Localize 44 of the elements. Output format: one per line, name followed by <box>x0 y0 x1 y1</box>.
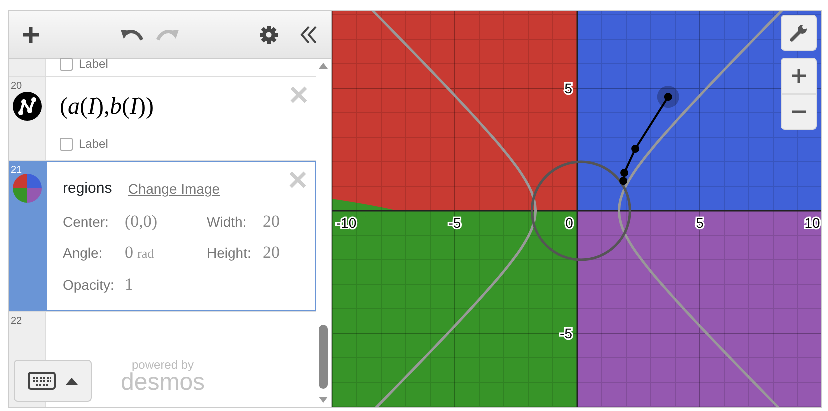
label-text: Label <box>79 136 108 153</box>
point-list-icon <box>13 92 42 121</box>
field-value[interactable]: 1 <box>125 272 207 297</box>
axis-tick-label: 0 <box>566 215 574 231</box>
keyboard-button[interactable] <box>14 360 92 402</box>
line-number: 20 <box>11 80 22 94</box>
field-value[interactable]: 0 rad <box>125 240 207 266</box>
axis-tick-label: 10 <box>804 215 820 231</box>
axis-tick-label: -10 <box>336 215 357 231</box>
axis-tick-label: -5 <box>448 215 462 231</box>
field-label: Angle: <box>63 244 104 263</box>
zoom-out-button[interactable] <box>781 94 817 130</box>
graph-settings-button[interactable] <box>781 15 817 51</box>
field-label: Width: <box>207 212 248 232</box>
axis-tick-label: 5 <box>696 215 704 231</box>
wrench-icon <box>790 24 808 42</box>
scroll-up-icon[interactable] <box>319 63 328 69</box>
line-number: 22 <box>11 315 22 329</box>
line-number: 21 <box>11 164 22 178</box>
field-label: Opacity: <box>63 276 116 295</box>
change-image-link[interactable]: Change Image <box>128 178 220 200</box>
label-checkbox[interactable] <box>60 138 73 150</box>
field-value[interactable]: 20 <box>263 240 301 266</box>
axis-tick-label: 5 <box>564 80 572 96</box>
field-label: Height: <box>207 244 252 263</box>
math-expression[interactable]: (a(I),b(I)) <box>60 89 302 125</box>
desmos-logo: desmos <box>121 371 206 395</box>
axis-tick-label: -5 <box>560 326 572 342</box>
field-value[interactable]: (0,0) <box>125 208 207 234</box>
label-checkbox[interactable] <box>60 58 73 70</box>
graph-canvas[interactable]: -10 -5 0 5 10 5 -5 <box>332 11 821 407</box>
image-thumbnail <box>13 174 42 203</box>
powered-by-text: powered by <box>131 359 196 371</box>
minus-icon <box>791 110 807 114</box>
field-value[interactable]: 20 <box>263 208 301 234</box>
zoom-in-button[interactable] <box>781 58 817 94</box>
field-label: Center: <box>63 212 110 232</box>
plus-icon <box>791 68 807 84</box>
scrollbar-thumb[interactable] <box>319 325 328 389</box>
image-name: regions <box>63 179 112 199</box>
label-text: Label <box>79 56 108 73</box>
caret-up-icon <box>66 377 78 385</box>
keyboard-icon <box>28 372 56 390</box>
scroll-down-icon[interactable] <box>319 397 328 403</box>
